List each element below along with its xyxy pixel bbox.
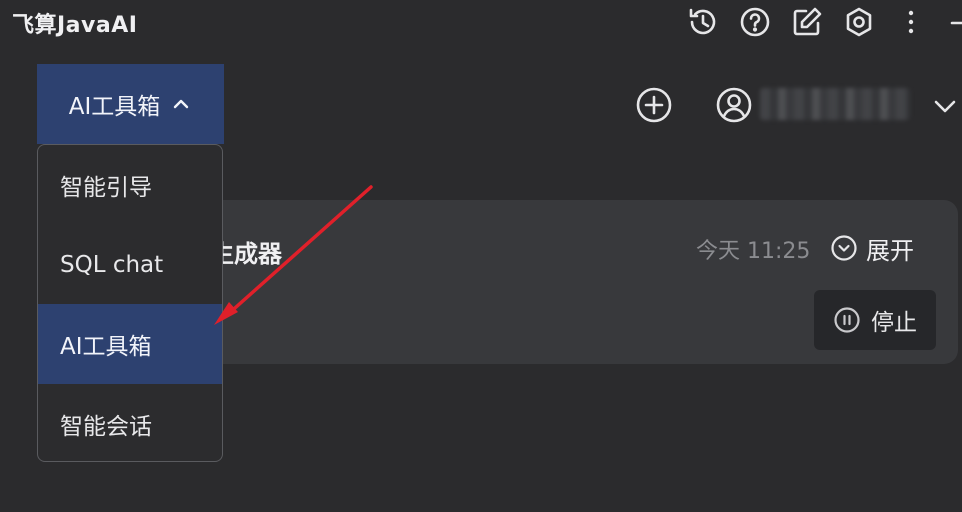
chevron-down-icon[interactable] — [928, 92, 962, 120]
menu-item-smart-guide[interactable]: 智能引导 — [38, 145, 222, 225]
more-icon[interactable] — [894, 5, 928, 39]
pause-circle-icon — [834, 307, 860, 333]
task-card-time: 今天 11:25 — [696, 239, 811, 264]
user-name-redacted — [760, 88, 910, 120]
chevron-circle-down-icon — [831, 235, 857, 261]
chevron-up-icon — [174, 99, 189, 109]
stop-button[interactable]: 停止 — [814, 290, 936, 350]
help-icon[interactable] — [738, 5, 772, 39]
menu-item-label: SQL chat — [60, 252, 164, 278]
edit-icon[interactable] — [790, 5, 824, 39]
settings-icon[interactable] — [842, 5, 876, 39]
menu-item-label: 智能会话 — [60, 414, 152, 440]
menu-item-sql-chat[interactable]: SQL chat — [38, 225, 222, 305]
menu-item-smart-chat[interactable]: 智能会话 — [38, 384, 222, 461]
toolbox-dropdown-button[interactable]: AI工具箱 — [37, 64, 224, 144]
stop-label: 停止 — [871, 310, 917, 336]
toolbox-label: AI工具箱 — [68, 94, 161, 120]
expand-label: 展开 — [866, 236, 914, 265]
user-avatar-icon[interactable] — [713, 84, 755, 126]
toolbox-dropdown-menu: 智能引导 SQL chat AI工具箱 智能会话 — [37, 144, 223, 462]
menu-item-label: 智能引导 — [60, 175, 152, 201]
app-window: 飞算JavaAI AI工具箱 生成器 今天 11:25 展开 停止 智能引导 S… — [0, 0, 962, 512]
top-toolbar — [0, 0, 962, 46]
menu-item-ai-toolbox[interactable]: AI工具箱 — [38, 304, 222, 384]
history-icon[interactable] — [686, 5, 720, 39]
minimize-icon[interactable] — [944, 5, 962, 39]
expand-button[interactable]: 展开 — [830, 230, 914, 266]
menu-item-label: AI工具箱 — [60, 334, 152, 360]
add-icon[interactable] — [633, 84, 675, 126]
